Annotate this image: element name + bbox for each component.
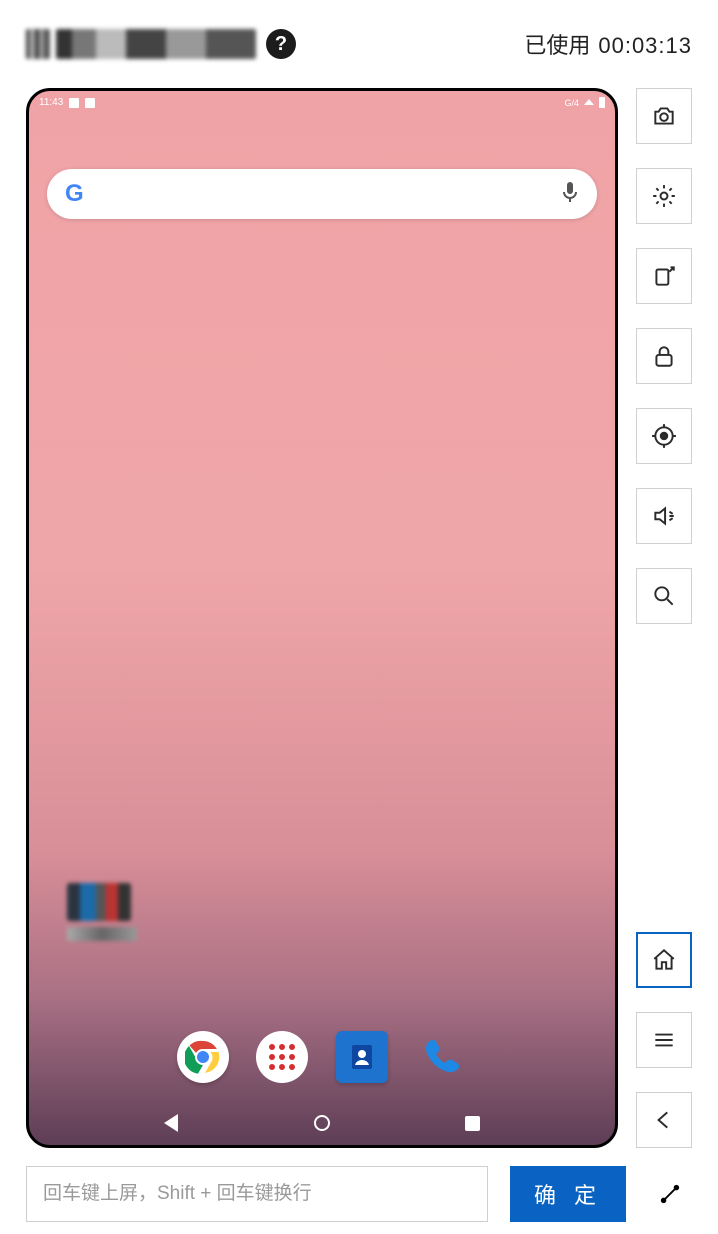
header-left: ? <box>26 29 296 59</box>
lock-icon <box>651 343 677 369</box>
camera-icon <box>651 103 677 129</box>
android-statusbar: 11:43 G/4 <box>29 91 615 111</box>
locate-button[interactable] <box>636 408 692 464</box>
device-frame[interactable]: 11:43 G/4 G <box>26 88 618 1148</box>
help-icon[interactable]: ? <box>266 29 296 59</box>
contacts-app-icon[interactable] <box>336 1031 388 1083</box>
text-input[interactable] <box>26 1166 488 1222</box>
expand-button[interactable] <box>648 1166 692 1222</box>
menu-icon <box>651 1027 677 1053</box>
status-notif-icon <box>69 98 79 108</box>
home-icon <box>651 947 677 973</box>
header-censored-1 <box>26 29 50 59</box>
widget-censored-label <box>67 927 137 941</box>
header-censored-2 <box>56 29 256 59</box>
status-notif-icon <box>85 98 95 108</box>
expand-icon <box>659 1183 681 1205</box>
usage-display: 已使用 00:03:13 <box>524 28 692 60</box>
menu-button[interactable] <box>636 1012 692 1068</box>
sidebar-bottom-group <box>636 908 692 1148</box>
search-button[interactable] <box>636 568 692 624</box>
nav-recent-icon[interactable] <box>465 1116 480 1131</box>
home-button[interactable] <box>636 932 692 988</box>
microphone-icon[interactable] <box>561 180 579 209</box>
usage-time: 00:03:13 <box>598 33 692 59</box>
rotate-icon <box>651 263 677 289</box>
submit-button[interactable]: 确 定 <box>510 1166 626 1222</box>
lock-button[interactable] <box>636 328 692 384</box>
sidebar-top-group <box>636 88 692 648</box>
main-area: 11:43 G/4 G <box>26 88 692 1148</box>
status-time: 11:43 <box>39 97 63 108</box>
header-bar: ? 已使用 00:03:13 <box>0 0 718 88</box>
search-icon <box>651 583 677 609</box>
sidebar <box>636 88 692 1148</box>
bottom-bar: 确 定 <box>26 1166 692 1222</box>
back-button[interactable] <box>636 1092 692 1148</box>
nav-home-icon[interactable] <box>314 1115 330 1131</box>
android-navbar <box>29 1101 615 1145</box>
app-dock <box>29 1025 615 1089</box>
home-widget[interactable] <box>67 883 147 955</box>
settings-button[interactable] <box>636 168 692 224</box>
screenshot-button[interactable] <box>636 88 692 144</box>
status-battery-icon <box>599 97 605 108</box>
google-search-bar[interactable]: G <box>47 169 597 219</box>
widget-censored-icon <box>67 883 131 921</box>
status-network-icon: G/4 <box>564 98 579 108</box>
usage-label: 已使用 <box>524 28 590 60</box>
volume-icon <box>651 503 677 529</box>
chrome-app-icon[interactable] <box>177 1031 229 1083</box>
locate-icon <box>651 423 677 449</box>
back-icon <box>651 1107 677 1133</box>
gear-icon <box>651 183 677 209</box>
google-logo-icon: G <box>65 180 84 208</box>
nav-back-icon[interactable] <box>164 1114 178 1132</box>
phone-app-icon[interactable] <box>415 1031 467 1083</box>
volume-button[interactable] <box>636 488 692 544</box>
status-wifi-icon <box>583 98 595 108</box>
app-drawer-icon[interactable] <box>256 1031 308 1083</box>
rotate-button[interactable] <box>636 248 692 304</box>
